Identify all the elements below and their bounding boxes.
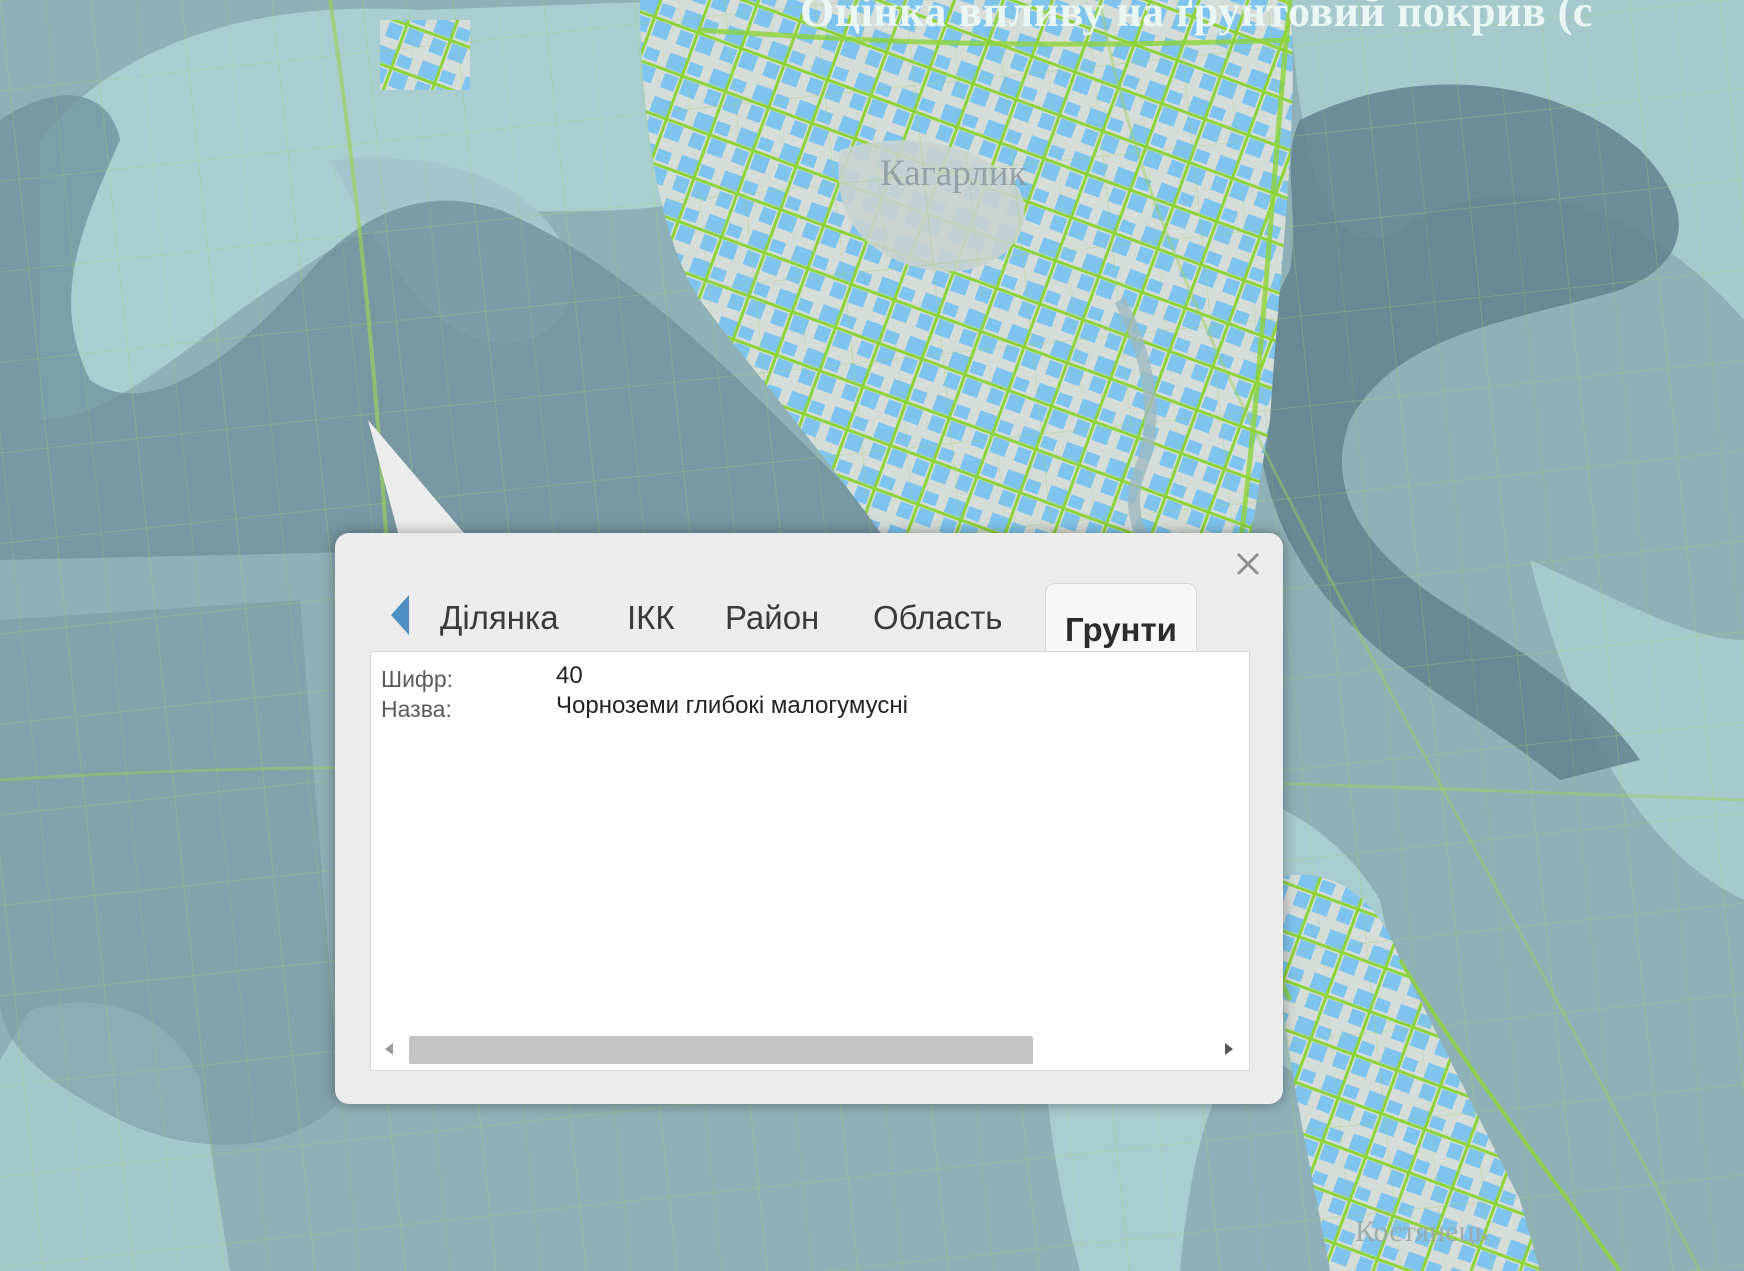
scroll-right-icon[interactable]: [1223, 1042, 1235, 1056]
page-title: Оцінка впливу на ґрунтовий покрив (с: [800, 0, 1593, 36]
close-icon[interactable]: [1231, 547, 1265, 581]
chevron-left-icon[interactable]: [387, 591, 411, 639]
scrollbar-thumb[interactable]: [409, 1036, 1033, 1064]
field-label-nazva: Назва:: [381, 696, 452, 722]
map-label-top: Кагарлик: [880, 153, 1027, 194]
tab-content: Шифр: 40 Назва: Чорноземи глибокі малогу…: [370, 651, 1250, 1071]
horizontal-scrollbar[interactable]: [379, 1032, 1239, 1066]
field-label-shyfr: Шифр:: [381, 666, 454, 692]
map-label-bottom: Костянець: [1355, 1215, 1489, 1248]
identify-popup: Ділянка ІКК Район Область Грунти Шифр: 4…: [335, 533, 1283, 1104]
field-value-shyfr: 40: [556, 662, 583, 689]
scroll-left-icon[interactable]: [383, 1042, 395, 1056]
field-value-nazva: Чорноземи глибокі малогумусні: [556, 692, 908, 719]
